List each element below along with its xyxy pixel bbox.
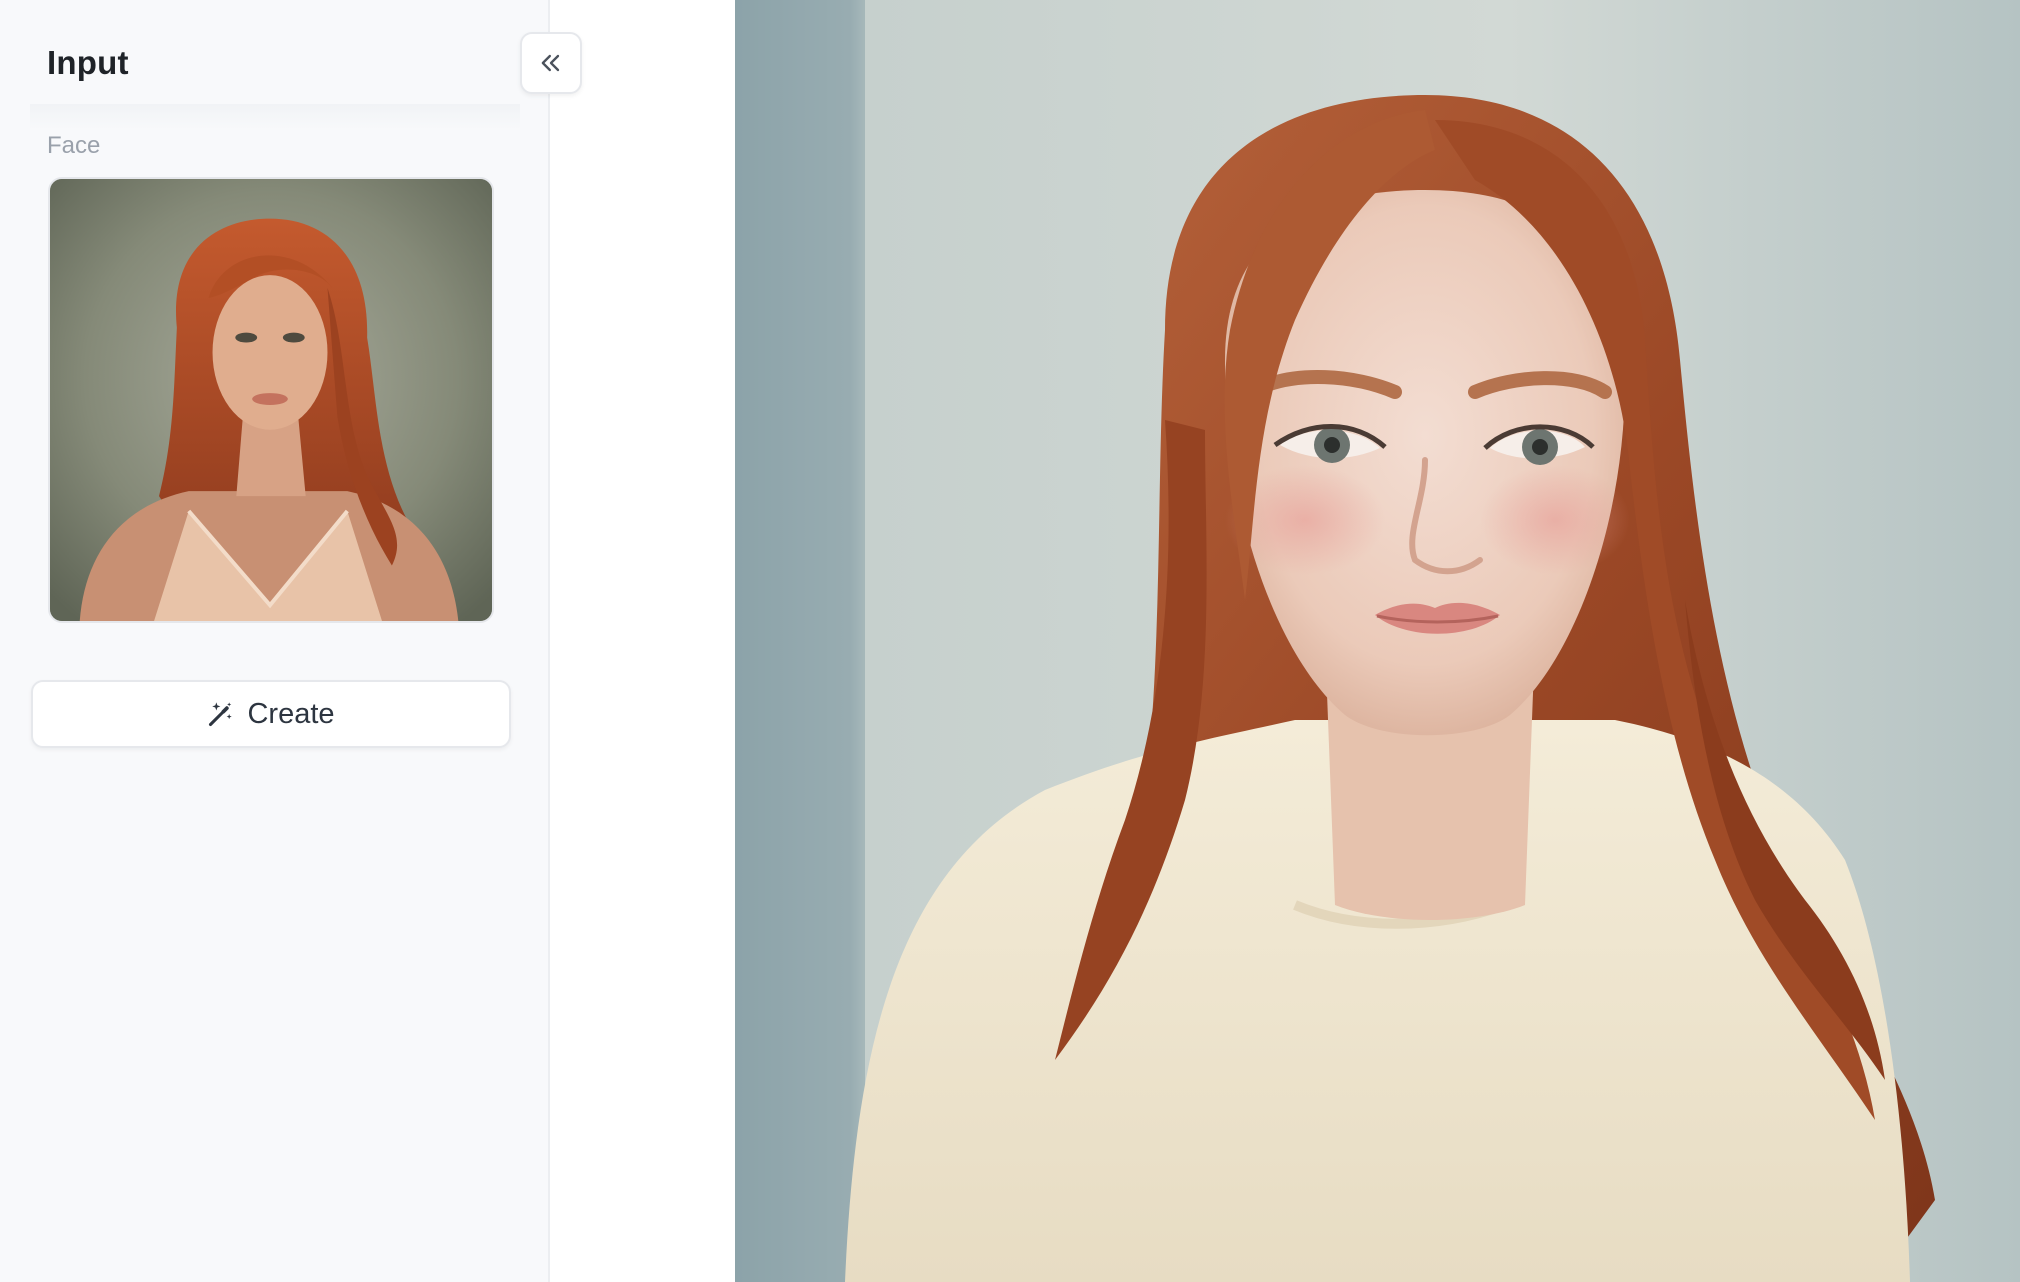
face-field-label: Face [47, 132, 101, 159]
result-image [735, 0, 2020, 1282]
create-button-label: Create [247, 697, 335, 730]
input-sidebar: Input Face Create [0, 0, 550, 1282]
face-thumbnail[interactable] [48, 177, 494, 623]
chevrons-left-icon [541, 54, 560, 72]
sidebar-title: Input [47, 44, 129, 81]
face-thumbnail-image [50, 179, 492, 621]
app-root: Input Face Create [0, 0, 2020, 1282]
create-button[interactable]: Create [31, 680, 511, 748]
magic-wand-icon [209, 702, 233, 727]
title-divider [30, 104, 520, 130]
result-image-panel [735, 0, 2020, 1282]
collapse-sidebar-button[interactable] [520, 32, 582, 94]
